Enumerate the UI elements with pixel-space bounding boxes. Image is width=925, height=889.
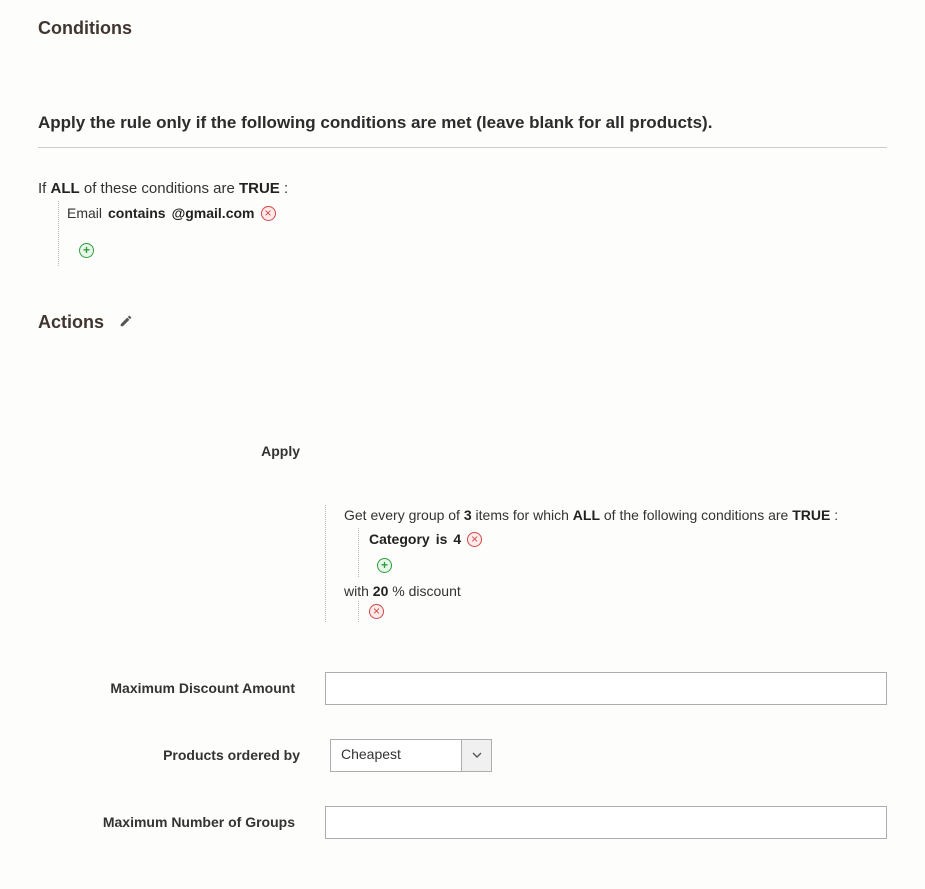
ordered-by-value: Cheapest: [331, 740, 461, 771]
condition-attribute[interactable]: Email: [67, 205, 102, 221]
group-combine-line: Get every group of 3 items for which ALL…: [344, 505, 887, 526]
add-group-rule-icon[interactable]: [377, 558, 392, 573]
conditions-children: Email contains @gmail.com: [58, 201, 887, 266]
conditions-aggregator[interactable]: ALL: [51, 180, 80, 197]
group-aggregator[interactable]: ALL: [573, 507, 600, 523]
apply-row: Apply: [38, 443, 887, 459]
ordered-by-row: Products ordered by Cheapest: [38, 739, 887, 772]
discount-line: with 20 % discount: [344, 583, 887, 599]
condition-operator[interactable]: contains: [108, 205, 166, 221]
conditions-root: If ALL of these conditions are TRUE : Em…: [38, 176, 887, 266]
conditions-description: Apply the rule only if the following con…: [38, 113, 887, 148]
max-groups-row: Maximum Number of Groups: [38, 806, 887, 839]
ordered-by-label: Products ordered by: [38, 747, 330, 763]
group-value[interactable]: TRUE: [792, 507, 830, 523]
conditions-section-title: Conditions: [38, 18, 887, 39]
discount-amount[interactable]: 20: [373, 583, 389, 599]
add-condition-icon[interactable]: [79, 243, 94, 258]
remove-condition-icon[interactable]: [261, 206, 276, 221]
group-rule-attr[interactable]: Category: [369, 531, 430, 547]
chevron-down-icon: [461, 740, 491, 771]
max-discount-label: Maximum Discount Amount: [38, 680, 325, 696]
max-discount-input[interactable]: [325, 672, 887, 705]
group-rule-op[interactable]: is: [436, 531, 448, 547]
remove-group-rule-icon[interactable]: [467, 532, 482, 547]
group-size[interactable]: 3: [464, 507, 472, 523]
condition-value[interactable]: @gmail.com: [172, 205, 255, 221]
apply-label: Apply: [38, 443, 330, 459]
conditions-combine-line: If ALL of these conditions are TRUE :: [38, 176, 887, 201]
pencil-icon[interactable]: [119, 312, 133, 333]
condition-rule-row: Email contains @gmail.com: [67, 201, 887, 225]
conditions-value[interactable]: TRUE: [239, 180, 280, 197]
remove-discount-icon[interactable]: [369, 604, 384, 619]
max-groups-input[interactable]: [325, 806, 887, 839]
max-discount-row: Maximum Discount Amount: [38, 672, 887, 705]
ordered-by-select[interactable]: Cheapest: [330, 739, 492, 772]
group-rule-val[interactable]: 4: [453, 531, 461, 547]
group-children: Category is 4: [358, 528, 887, 577]
max-groups-label: Maximum Number of Groups: [38, 814, 325, 830]
apply-rules-box: Get every group of 3 items for which ALL…: [325, 505, 887, 622]
apply-rules-row: Get every group of 3 items for which ALL…: [38, 505, 887, 622]
actions-section-title: Actions: [38, 312, 887, 334]
group-rule-row: Category is 4: [369, 528, 887, 550]
